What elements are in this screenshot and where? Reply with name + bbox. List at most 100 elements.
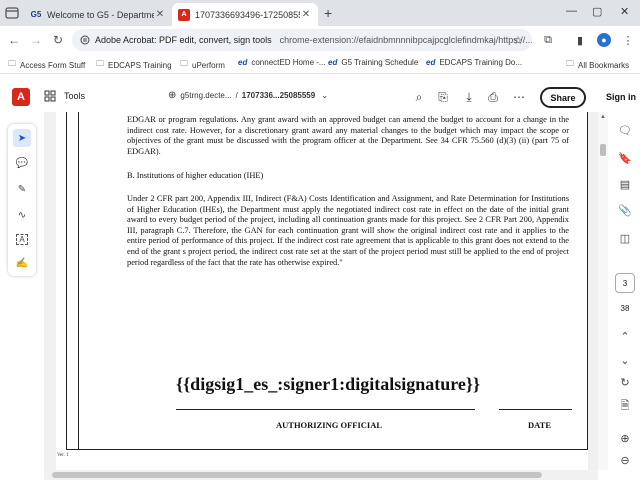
tab-search-button[interactable] [5, 6, 19, 20]
close-tab-icon[interactable]: ✕ [300, 9, 312, 20]
bookmark-label: EDCAPS Training [108, 60, 172, 70]
url-text: chrome-extension://efaidnbmnnnibpcajpcgl… [279, 35, 532, 45]
horizontal-scrollbar[interactable] [44, 470, 598, 480]
forward-arrow-icon[interactable]: → [28, 32, 44, 48]
paragraph-indirect-cost-budget: EDGAR or program regulations. Any grant … [127, 115, 569, 156]
bookmark-edcaps-training[interactable]: 🗀 EDCAPS Training [96, 58, 172, 72]
total-pages-label: 38 [620, 304, 630, 313]
bookmarks-bar: 🗀 Access Form Stuff 🗀 EDCAPS Training 🗀 … [0, 54, 640, 74]
layers-panel-icon[interactable]: ◫ [617, 230, 633, 246]
page-down-icon[interactable]: ⌄ [617, 352, 633, 368]
bookmark-uperform[interactable]: 🗀 uPerform [180, 58, 225, 72]
folder-icon: 🗀 [96, 59, 104, 68]
bookmark-g5-training-schedule[interactable]: ed G5 Training Schedule [328, 58, 418, 67]
signature-line [176, 409, 475, 410]
add-text-icon[interactable]: A [13, 230, 31, 248]
bookmark-star-icon[interactable]: ☆ [510, 32, 526, 48]
doc-location: g5trng.decte... [180, 91, 232, 100]
extensions-icon[interactable]: ⧉ [540, 32, 556, 48]
bookmark-access-form-stuff[interactable]: 🗀 Access Form Stuff [8, 58, 85, 72]
print-icon[interactable]: ⎙ [486, 90, 500, 104]
draw-freeform-icon[interactable]: ∿ [13, 206, 31, 224]
vertical-scrollbar[interactable]: ▲ [598, 112, 608, 470]
rotate-icon[interactable]: ↻ [617, 374, 633, 390]
document-viewer[interactable]: EDGAR or program regulations. Any grant … [44, 112, 598, 470]
close-window-icon[interactable]: ✕ [620, 5, 629, 18]
find-text-icon[interactable]: ⎘ [436, 90, 450, 104]
bookmark-edcaps-training-do[interactable]: ed EDCAPS Training Do... [426, 58, 522, 67]
scrollbar-thumb[interactable] [600, 144, 606, 156]
tab-pdf-document[interactable]: A 1707336693496-1725085559.p ✕ [172, 3, 318, 26]
zoom-out-icon[interactable]: ⊖ [617, 452, 633, 468]
back-arrow-icon[interactable]: ← [6, 32, 22, 48]
bookmark-label: connectED Home -... [251, 58, 326, 67]
ed-icon: ed [426, 58, 436, 67]
bookmark-label: EDCAPS Training Do... [439, 58, 523, 67]
right-tool-rail: 🗨 🔖 ▤ 📎 ◫ 3 38 ⌃ ⌄ ↻ 🗎 ⊕ ⊖ [610, 112, 640, 470]
folder-icon: 🗀 [8, 59, 16, 68]
current-page-input[interactable]: 3 [615, 273, 635, 293]
save-copy-icon[interactable]: 🗎 [617, 398, 633, 414]
bookmark-label: G5 Training Schedule [341, 58, 419, 67]
date-line [499, 409, 572, 410]
page-border [66, 112, 588, 450]
highlight-pen-icon[interactable]: ✎ [13, 180, 31, 198]
browser-menu-icon[interactable]: ⋮ [620, 32, 636, 48]
page-margin-rule [78, 112, 79, 450]
thumbnails-panel-icon[interactable]: ▤ [617, 176, 633, 192]
left-tool-rail: ➤ 💬 ✎ ∿ A ✍ [8, 124, 36, 276]
browser-toolbar: ← → ↻ Adobe Acrobat: PDF edit, convert, … [0, 26, 640, 54]
address-bar[interactable]: Adobe Acrobat: PDF edit, convert, sign t… [72, 29, 532, 51]
date-label: DATE [528, 420, 551, 430]
side-panel-icon[interactable]: ▮ [572, 32, 588, 48]
scrollbar-thumb[interactable] [52, 472, 542, 478]
attachments-panel-icon[interactable]: 📎 [617, 202, 633, 218]
tools-button[interactable]: Tools [44, 90, 85, 102]
tools-label: Tools [64, 91, 86, 101]
acrobat-header: A Tools ⊕ g5trng.decte... / 1707336...25… [0, 82, 640, 112]
folder-icon: 🗀 [180, 59, 188, 68]
share-button[interactable]: Share [540, 87, 586, 108]
comments-panel-icon[interactable]: 🗨 [617, 122, 633, 138]
doc-name-label: 1707336...25085559 [241, 91, 316, 100]
acrobat-logo-icon: A [12, 88, 30, 106]
profile-avatar[interactable]: ● [596, 32, 612, 48]
bookmark-all-bookmarks[interactable]: 🗀 All Bookmarks [566, 58, 629, 72]
section-heading-ihe: B. Institutions of higher education (IHE… [127, 171, 264, 180]
browser-tab-strip: G5 Welcome to G5 - Department o ✕ A 1707… [0, 0, 640, 26]
acrobat-favicon-icon: A [178, 8, 190, 21]
digital-signature-field[interactable]: {{digsig1_es_:signer1:digitalsignature}} [176, 374, 480, 395]
zoom-in-icon[interactable]: ⊕ [617, 430, 633, 446]
avatar-icon: ● [597, 33, 611, 47]
new-tab-button[interactable]: + [324, 5, 332, 21]
site-chip: Adobe Acrobat: PDF edit, convert, sign t… [95, 35, 272, 45]
reload-icon[interactable]: ↻ [50, 32, 66, 48]
scroll-up-icon[interactable]: ▲ [600, 114, 606, 120]
document-breadcrumb[interactable]: ⊕ g5trng.decte... / 1707336...25085559 ⌄ [168, 90, 328, 101]
globe-icon: ⊕ [168, 90, 177, 101]
bookmark-connected-home[interactable]: ed connectED Home -... [238, 58, 326, 67]
tools-grid-icon [44, 90, 56, 102]
text-box-glyph: A [16, 233, 28, 245]
folder-icon: 🗀 [566, 59, 574, 68]
fill-sign-icon[interactable]: ✍ [13, 254, 31, 272]
bookmark-label: All Bookmarks [578, 60, 630, 70]
chevron-down-icon: ⌄ [321, 91, 328, 100]
version-footer: Ver. 1 [57, 453, 69, 458]
bookmark-label: uPerform [192, 60, 225, 70]
bookmark-label: Access Form Stuff [20, 60, 86, 70]
select-cursor-icon[interactable]: ➤ [13, 129, 31, 147]
authorizing-official-label: AUTHORIZING OFFICIAL [276, 420, 383, 430]
sign-in-button[interactable]: Sign in [606, 92, 636, 102]
search-icon[interactable]: ⌕ [412, 90, 426, 104]
tab-welcome-g5[interactable]: G5 Welcome to G5 - Department o ✕ [24, 3, 172, 26]
site-info-icon[interactable] [80, 35, 90, 45]
minimize-window-icon[interactable]: — [566, 5, 577, 17]
more-options-icon[interactable]: ⋯ [512, 90, 526, 104]
maximize-window-icon[interactable]: ▢ [592, 5, 602, 18]
close-tab-icon[interactable]: ✕ [154, 9, 166, 20]
download-icon[interactable]: ⤓ [462, 90, 476, 104]
page-up-icon[interactable]: ⌃ [617, 328, 633, 344]
add-comment-icon[interactable]: 💬 [13, 154, 31, 172]
bookmarks-panel-icon[interactable]: 🔖 [617, 150, 633, 166]
